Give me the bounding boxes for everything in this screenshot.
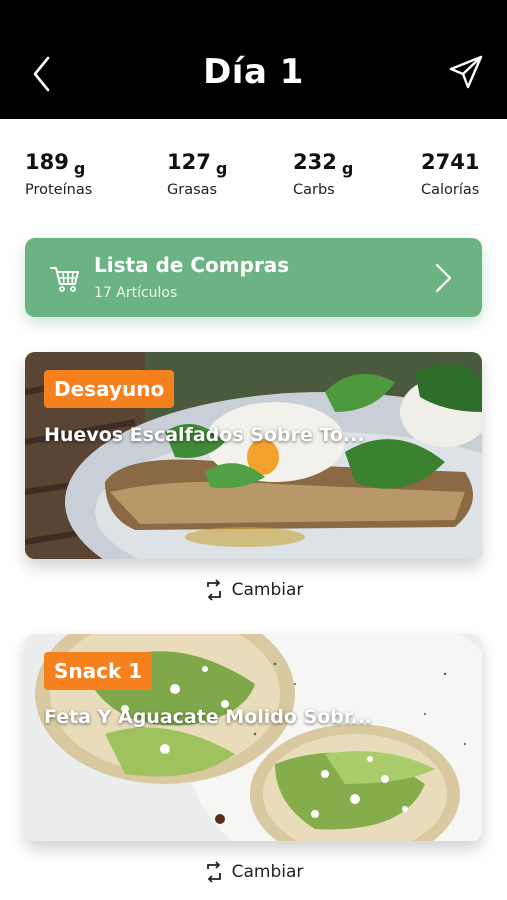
swap-button-snack[interactable]: Cambiar [0, 860, 507, 890]
macro-label: Carbs [293, 182, 335, 198]
macro-value: 189 [25, 150, 69, 174]
top-bar: Día 1 [0, 0, 507, 119]
send-icon[interactable] [448, 54, 484, 90]
meal-card-breakfast[interactable]: Desayuno Huevos Escalfados Sobre To... [25, 352, 482, 559]
macros-summary: 189 g Proteínas 127 g Grasas 232 g Carbs 27… [0, 150, 507, 210]
meal-type-badge: Desayuno [44, 370, 175, 408]
meal-card-snack[interactable]: Snack 1 Feta Y Aguacate Molido Sobr... [25, 634, 482, 841]
macro-value: 232 [293, 150, 337, 174]
cart-icon [50, 267, 79, 292]
macro-protein: 189 g Proteínas [25, 150, 92, 198]
chevron-right-icon [435, 263, 452, 293]
macro-fat: 127 g Grasas [167, 150, 227, 198]
macro-label: Calorías [421, 182, 480, 198]
macro-calories: 2741 Calorías [421, 150, 479, 198]
swap-button-breakfast[interactable]: Cambiar [0, 578, 507, 608]
swap-label: Cambiar [231, 580, 304, 600]
macro-carbs: 232 g Carbs [293, 150, 353, 198]
page-title: Día 1 [203, 52, 304, 92]
swap-icon [206, 861, 221, 883]
meal-type-badge: Snack 1 [44, 652, 153, 690]
swap-icon [206, 579, 221, 601]
macro-label: Proteínas [25, 182, 93, 198]
shopping-list-button[interactable]: Lista de Compras 17 Artículos [25, 238, 482, 317]
meal-name: Feta Y Aguacate Molido Sobr... [44, 706, 373, 728]
shopping-list-count: 17 Artículos [94, 285, 178, 301]
meal-name: Huevos Escalfados Sobre To... [44, 424, 365, 446]
macro-unit: g [341, 159, 354, 178]
macro-label: Grasas [167, 182, 218, 198]
macro-unit: g [215, 159, 228, 178]
shopping-list-title: Lista de Compras [94, 253, 290, 277]
macro-value: 127 [167, 150, 211, 174]
macro-unit: g [73, 159, 86, 178]
macro-value: 2741 [421, 150, 480, 174]
swap-label: Cambiar [231, 862, 304, 882]
